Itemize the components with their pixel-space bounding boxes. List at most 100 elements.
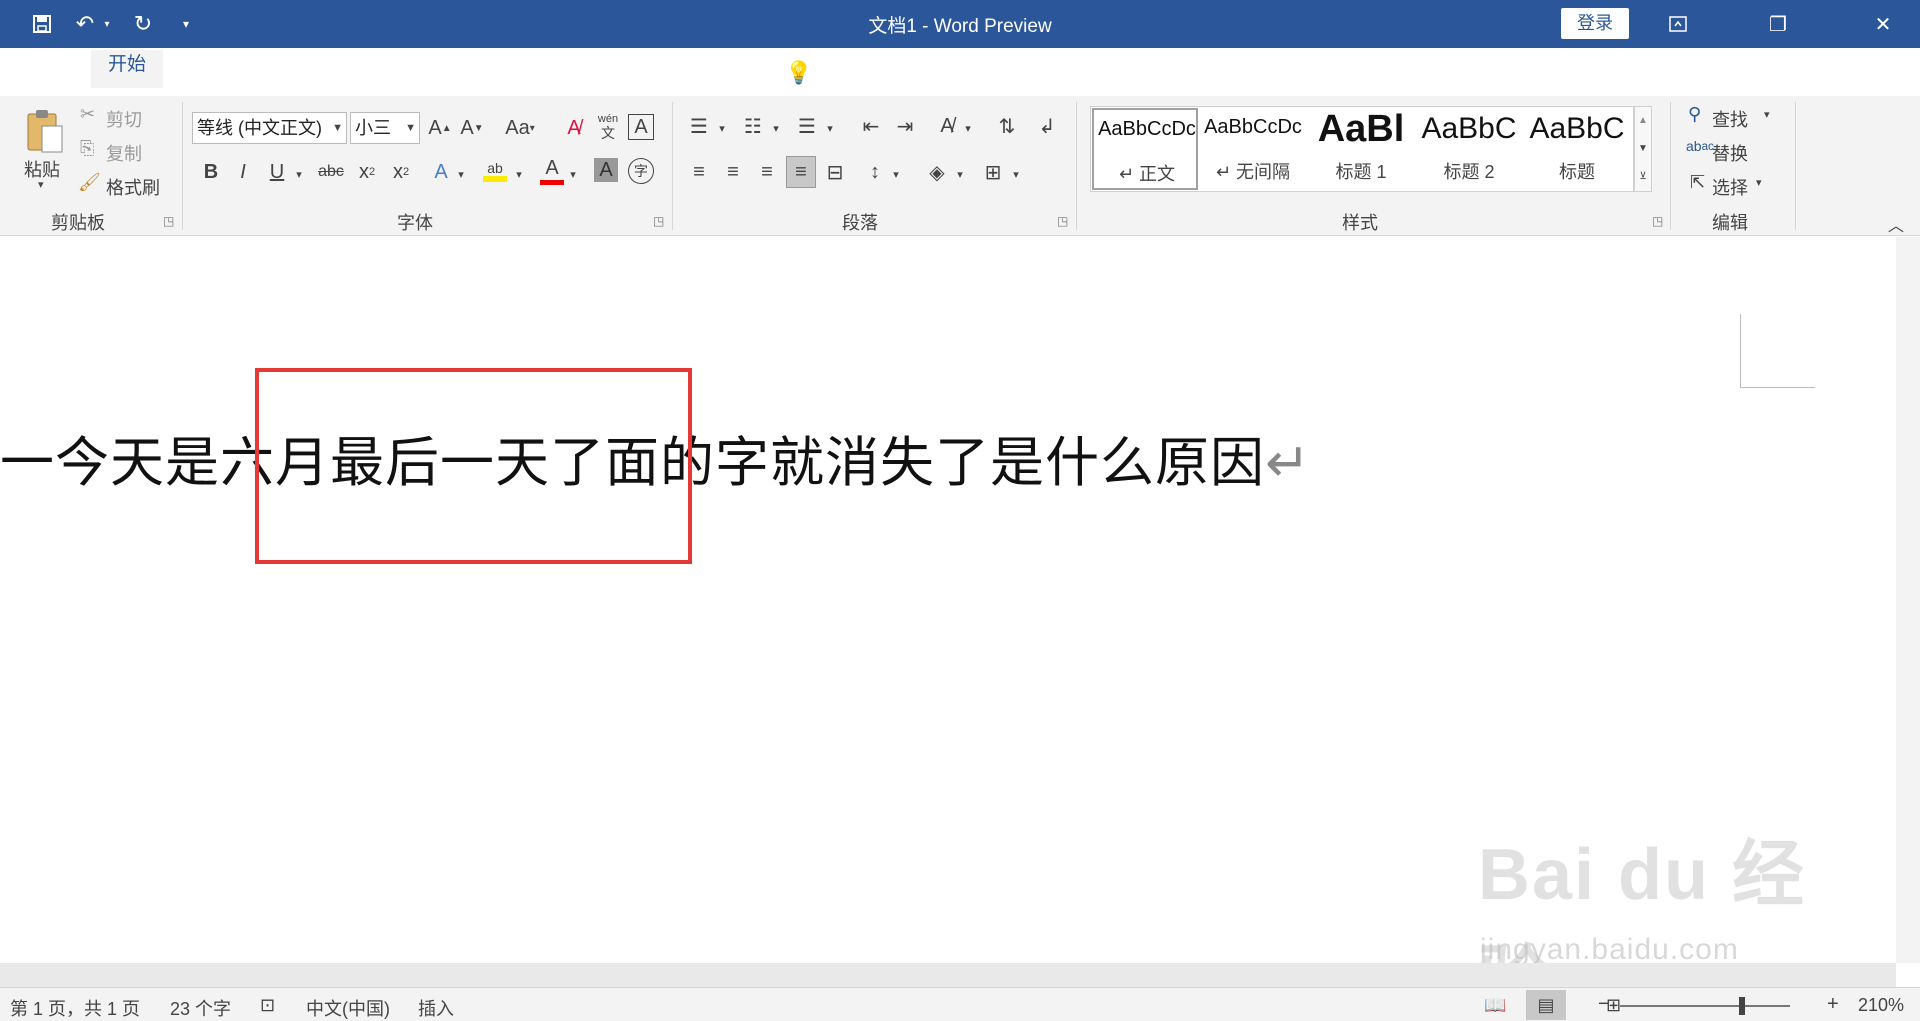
numbering-dropdown-icon[interactable]: ▾: [770, 114, 782, 142]
tab-review[interactable]: 审阅: [547, 58, 607, 96]
highlight-dropdown-icon[interactable]: ▾: [512, 160, 526, 188]
style-normal[interactable]: AaBbCcDc ↵ 正文: [1092, 108, 1198, 190]
clear-formatting-icon[interactable]: A̸: [560, 114, 588, 142]
language-indicator[interactable]: 中文(中国): [306, 995, 390, 1021]
tab-help[interactable]: 帮助: [697, 58, 757, 96]
scroll-up-icon[interactable]: ▲: [1635, 107, 1651, 135]
distributed-icon[interactable]: ⊟: [820, 158, 850, 186]
close-window-icon[interactable]: ✕: [1855, 0, 1911, 48]
text-effects-dropdown-icon[interactable]: ▾: [454, 160, 468, 188]
styles-more-icon[interactable]: ⊻: [1635, 163, 1651, 191]
proofing-icon[interactable]: ⊡: [260, 995, 275, 1016]
word-count[interactable]: 23 个字: [170, 995, 231, 1021]
underline-dropdown-icon[interactable]: ▾: [292, 160, 306, 188]
chinese-layout-icon[interactable]: A̸: [932, 112, 962, 140]
tab-home[interactable]: 开始: [91, 50, 163, 88]
paragraph-launcher-icon[interactable]: ◳: [1057, 214, 1068, 228]
highlight-icon[interactable]: ab: [480, 156, 510, 186]
tab-file[interactable]: 文件: [14, 58, 74, 96]
insert-mode-indicator[interactable]: 插入: [418, 995, 454, 1021]
decrease-indent-icon[interactable]: ⇤: [856, 112, 886, 140]
font-size-select[interactable]: 小三 ▼: [350, 112, 420, 144]
print-layout-icon[interactable]: ▤: [1526, 990, 1566, 1020]
ribbon-display-icon[interactable]: [1650, 0, 1706, 48]
scroll-down-icon[interactable]: ▼: [1635, 135, 1651, 163]
find-dropdown-icon[interactable]: ▾: [1764, 108, 1770, 121]
subscript-icon[interactable]: x2: [354, 158, 380, 186]
align-center-icon[interactable]: ≡: [718, 158, 748, 186]
shading-dropdown-icon[interactable]: ▾: [954, 160, 966, 188]
styles-scroll[interactable]: ▲ ▼ ⊻: [1634, 106, 1652, 192]
character-border-icon[interactable]: A: [628, 114, 654, 140]
share-button[interactable]: 共享: [1850, 57, 1888, 87]
vertical-scrollbar[interactable]: [1896, 237, 1920, 963]
format-painter-button[interactable]: 格式刷: [106, 174, 160, 200]
sort-icon[interactable]: ⇅: [992, 112, 1022, 140]
line-spacing-dropdown-icon[interactable]: ▾: [890, 160, 902, 188]
line-spacing-icon[interactable]: ↕: [860, 158, 890, 186]
justify-icon[interactable]: ≡: [786, 156, 816, 188]
zoom-slider[interactable]: [1620, 1005, 1790, 1007]
select-dropdown-icon[interactable]: ▾: [1756, 176, 1762, 189]
style-heading-2[interactable]: AaBbC 标题 2: [1416, 108, 1522, 190]
tab-layout[interactable]: 布局: [322, 58, 382, 96]
tab-insert[interactable]: 插入: [172, 58, 232, 96]
find-button[interactable]: 查找: [1712, 106, 1748, 132]
underline-icon[interactable]: U: [264, 158, 290, 186]
italic-icon[interactable]: I: [230, 158, 256, 186]
align-right-icon[interactable]: ≡: [752, 158, 782, 186]
bullets-dropdown-icon[interactable]: ▾: [716, 114, 728, 142]
chinese-layout-dropdown-icon[interactable]: ▾: [962, 114, 974, 142]
character-shading-icon[interactable]: A: [594, 158, 618, 182]
tab-references[interactable]: 引用: [397, 58, 457, 96]
strikethrough-icon[interactable]: abc: [316, 158, 346, 186]
paste-icon[interactable]: [22, 104, 66, 158]
shading-icon[interactable]: ◈: [922, 158, 952, 186]
align-left-icon[interactable]: ≡: [684, 158, 714, 186]
text-effects-icon[interactable]: A: [428, 158, 454, 186]
show-marks-icon[interactable]: ↲: [1032, 112, 1062, 140]
style-heading-1[interactable]: AaBl 标题 1: [1308, 108, 1414, 190]
horizontal-scrollbar[interactable]: [0, 963, 1896, 987]
numbering-icon[interactable]: ☷: [738, 112, 768, 140]
collapse-ribbon-icon[interactable]: ︿: [1888, 212, 1904, 236]
font-launcher-icon[interactable]: ◳: [653, 214, 664, 228]
font-name-select[interactable]: 等线 (中文正文) ▼: [192, 112, 347, 144]
increase-indent-icon[interactable]: ⇥: [890, 112, 920, 140]
superscript-icon[interactable]: x2: [388, 158, 414, 186]
login-button[interactable]: 登录: [1561, 8, 1629, 39]
styles-launcher-icon[interactable]: ◳: [1652, 214, 1663, 228]
tab-view[interactable]: 视图: [622, 58, 682, 96]
paste-dropdown-icon[interactable]: ▾: [38, 178, 44, 191]
page-count[interactable]: 第 1 页，共 1 页: [10, 995, 140, 1021]
grow-font-icon[interactable]: A ▲: [426, 114, 454, 142]
cut-button[interactable]: 剪切: [106, 106, 142, 132]
phonetic-guide-icon[interactable]: wén 文: [594, 110, 622, 142]
multilevel-list-icon[interactable]: ☰: [792, 112, 822, 140]
tab-design[interactable]: 设计: [247, 58, 307, 96]
tell-me-search[interactable]: 操作说明搜索: [825, 57, 939, 87]
font-color-dropdown-icon[interactable]: ▾: [566, 160, 580, 188]
style-title[interactable]: AaBbC 标题: [1524, 108, 1630, 190]
shrink-font-icon[interactable]: A ▼: [458, 114, 486, 142]
bullets-icon[interactable]: ☰: [684, 112, 714, 140]
select-button[interactable]: 选择: [1712, 174, 1748, 200]
borders-dropdown-icon[interactable]: ▾: [1010, 160, 1022, 188]
tab-mailings[interactable]: 邮件: [472, 58, 532, 96]
zoom-in-icon[interactable]: +: [1827, 993, 1839, 1016]
enclose-characters-icon[interactable]: 字: [628, 158, 654, 184]
font-color-icon[interactable]: A: [538, 156, 566, 186]
style-no-spacing[interactable]: AaBbCcDc ↵ 无间隔: [1200, 108, 1306, 190]
replace-button[interactable]: 替换: [1712, 140, 1748, 166]
zoom-level[interactable]: 210%: [1858, 995, 1904, 1016]
read-mode-icon[interactable]: 📖: [1484, 995, 1506, 1016]
borders-icon[interactable]: ⊞: [978, 158, 1008, 186]
bold-icon[interactable]: B: [198, 158, 224, 186]
clipboard-launcher-icon[interactable]: ◳: [163, 214, 174, 228]
zoom-out-icon[interactable]: −: [1598, 993, 1610, 1016]
multilevel-dropdown-icon[interactable]: ▾: [824, 114, 836, 142]
change-case-icon[interactable]: Aa ▾: [498, 114, 542, 142]
restore-window-icon[interactable]: ❐: [1750, 0, 1806, 48]
copy-button[interactable]: 复制: [106, 140, 142, 166]
zoom-slider-thumb[interactable]: [1739, 997, 1746, 1015]
